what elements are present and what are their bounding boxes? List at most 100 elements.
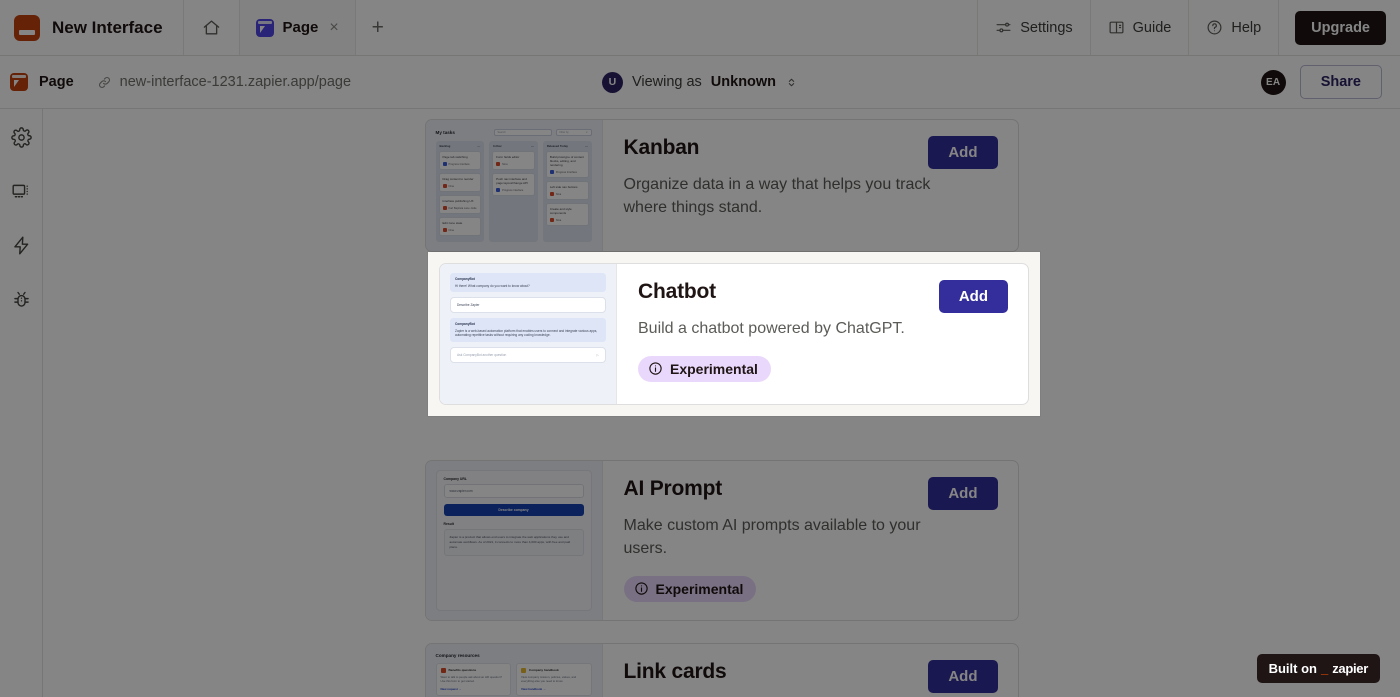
- built-on-label: Built on: [1268, 661, 1317, 676]
- widget-card-link-cards[interactable]: Company resources Benefits questions Wan…: [424, 642, 1019, 697]
- widget-card-kanban[interactable]: My tasks Search Filter by ▾ Backlog ⋯ Pa…: [424, 119, 1019, 253]
- guide-label: Guide: [1132, 19, 1172, 36]
- icon-rail: [0, 109, 43, 697]
- widget-description: Build a chatbot powered by ChatGPT.: [638, 320, 905, 337]
- question-circle-icon: [1206, 19, 1223, 36]
- sidebar-item-display[interactable]: [7, 177, 35, 205]
- thumbnail-link-cards: Company resources Benefits questions Wan…: [425, 643, 603, 697]
- kanban-column: Released Today ⋯ Build prototype of conte…: [542, 141, 592, 243]
- widget-card-chatbot[interactable]: CompanyBot Hi there! What company do you…: [439, 263, 1029, 405]
- sliders-icon: [995, 19, 1012, 36]
- chat-input: Ask CompanyBot another question ▷: [450, 346, 606, 363]
- kanban-card: Page tab switching Progress Interface: [438, 151, 482, 171]
- kanban-card: Edit zone state Nina: [438, 217, 482, 237]
- status-badge-label: Experimental: [655, 580, 744, 597]
- sidebar-item-settings[interactable]: [7, 123, 35, 151]
- screen-icon: [11, 181, 32, 202]
- chat-author: CompanyBot: [455, 277, 475, 281]
- chat-text: Zapier is a web-based automation platfor…: [455, 328, 598, 338]
- send-icon: ▷: [596, 352, 599, 357]
- thumb-title: My tasks: [435, 130, 455, 135]
- thumb-field-value: www.zapier.com: [443, 484, 584, 499]
- sub-bar-actions: EA Share: [1260, 65, 1382, 99]
- help-button[interactable]: Help: [1188, 0, 1278, 55]
- app-title: New Interface: [52, 17, 163, 37]
- zapier-dash-icon: _: [1320, 661, 1329, 676]
- upgrade-wrap: Upgrade: [1278, 0, 1400, 55]
- app-root: New Interface Page × + Settings Guide He…: [0, 0, 1400, 697]
- tab-strip: Page × +: [184, 0, 400, 55]
- info-circle-icon: [648, 361, 663, 376]
- add-button[interactable]: Add: [928, 477, 998, 511]
- page-url[interactable]: new-interface-1231.zapier.app/page: [97, 74, 351, 90]
- widget-body: Link cards Add Create a directory or sha…: [603, 644, 1018, 697]
- new-tab-button[interactable]: +: [356, 0, 400, 55]
- thumb-filter: Filter by ▾: [555, 129, 592, 136]
- thumb-field-label: Company URL: [443, 477, 467, 482]
- top-bar: New Interface Page × + Settings Guide He…: [0, 0, 1400, 56]
- help-label: Help: [1231, 19, 1262, 36]
- info-circle-icon: [634, 581, 649, 596]
- thumb-button: Describe company: [443, 504, 584, 517]
- guide-button[interactable]: Guide: [1089, 0, 1189, 55]
- thumb-result-text: Zapier is a product that allows end user…: [443, 529, 584, 556]
- chat-message-bot: CompanyBot Zapier is a web-based automat…: [450, 318, 606, 342]
- settings-label: Settings: [1020, 19, 1073, 36]
- widget-body: Kanban Add Organize data in a way that h…: [603, 120, 1018, 251]
- kanban-column: Backlog ⋯ Page tab switching Progress Inte…: [435, 141, 485, 243]
- top-actions: Settings Guide Help Upgrade: [977, 0, 1400, 55]
- thumb-title: Company resources: [435, 652, 480, 658]
- tab-page[interactable]: Page ×: [239, 0, 356, 55]
- status-badge-label: Experimental: [670, 360, 758, 377]
- chat-message-bot: CompanyBot Hi there! What company do you…: [450, 273, 606, 293]
- thumb-result-label: Result: [443, 522, 454, 527]
- widget-body: AI Prompt Add Make custom AI prompts ava…: [603, 461, 1018, 619]
- sidebar-item-automation[interactable]: [7, 231, 35, 259]
- home-icon: [202, 18, 221, 37]
- chat-input-placeholder: Ask CompanyBot another question: [457, 352, 507, 357]
- close-icon[interactable]: ×: [327, 19, 340, 36]
- chat-text: Hi there! What company do you want to kn…: [455, 283, 530, 288]
- swatch-icon: [521, 667, 526, 673]
- status-badge: Experimental: [623, 575, 757, 602]
- page-icon: [10, 73, 28, 91]
- add-button[interactable]: Add: [928, 659, 998, 693]
- link-card-item: Company handbook View company mission, p…: [516, 662, 592, 696]
- highlighted-widget-card-chatbot[interactable]: CompanyBot Hi there! What company do you…: [428, 252, 1040, 416]
- settings-button[interactable]: Settings: [977, 0, 1089, 55]
- kanban-card: Create and style components Nina: [545, 203, 589, 227]
- account-avatar[interactable]: EA: [1260, 69, 1286, 95]
- built-on-zapier-badge[interactable]: Built on _ zapier: [1256, 654, 1380, 683]
- kanban-card: Build prototype of content blocks, editi…: [545, 151, 589, 179]
- zapier-brand-label: zapier: [1332, 661, 1368, 676]
- share-button[interactable]: Share: [1299, 65, 1382, 99]
- thumb-search: Search: [493, 129, 552, 136]
- widget-card-ai-prompt[interactable]: Company URL www.zapier.com Describe comp…: [424, 460, 1019, 621]
- add-button[interactable]: Add: [938, 280, 1008, 313]
- thumbnail-ai-prompt: Company URL www.zapier.com Describe comp…: [425, 461, 603, 620]
- kanban-card: Left side nav buttons Nina: [545, 181, 589, 201]
- viewing-as-selector[interactable]: U Viewing as Unknown: [601, 71, 798, 93]
- kanban-card: Drag content to reorder Nina: [438, 173, 482, 193]
- kanban-card: Push nav interface and page layout/chang…: [492, 173, 535, 197]
- chat-message-user: Describe Zapier: [450, 297, 606, 314]
- link-card-item: Benefits questions Want to talk to peopl…: [435, 662, 511, 696]
- brand: New Interface: [0, 0, 184, 55]
- lightning-icon: [11, 235, 32, 256]
- upgrade-button[interactable]: Upgrade: [1295, 10, 1386, 45]
- add-button[interactable]: Add: [928, 136, 998, 169]
- thumbnail-kanban: My tasks Search Filter by ▾ Backlog ⋯ Pa…: [425, 120, 603, 252]
- app-logo-icon: [14, 14, 40, 41]
- status-badge: Experimental: [638, 355, 771, 382]
- chat-author: CompanyBot: [455, 322, 475, 327]
- widget-description: Organize data in a way that helps you tr…: [623, 176, 931, 216]
- sidebar-item-debug[interactable]: [7, 285, 35, 313]
- viewing-as-prefix: Viewing as: [631, 74, 702, 90]
- chevron-updown-icon: [785, 76, 798, 89]
- bug-icon: [11, 289, 32, 310]
- avatar: U: [601, 71, 623, 93]
- kanban-card: Interface publishing UX Karl Baptista Lan…: [438, 195, 482, 215]
- tab-home[interactable]: [184, 0, 240, 55]
- sub-bar: Page new-interface-1231.zapier.app/page …: [0, 56, 1400, 109]
